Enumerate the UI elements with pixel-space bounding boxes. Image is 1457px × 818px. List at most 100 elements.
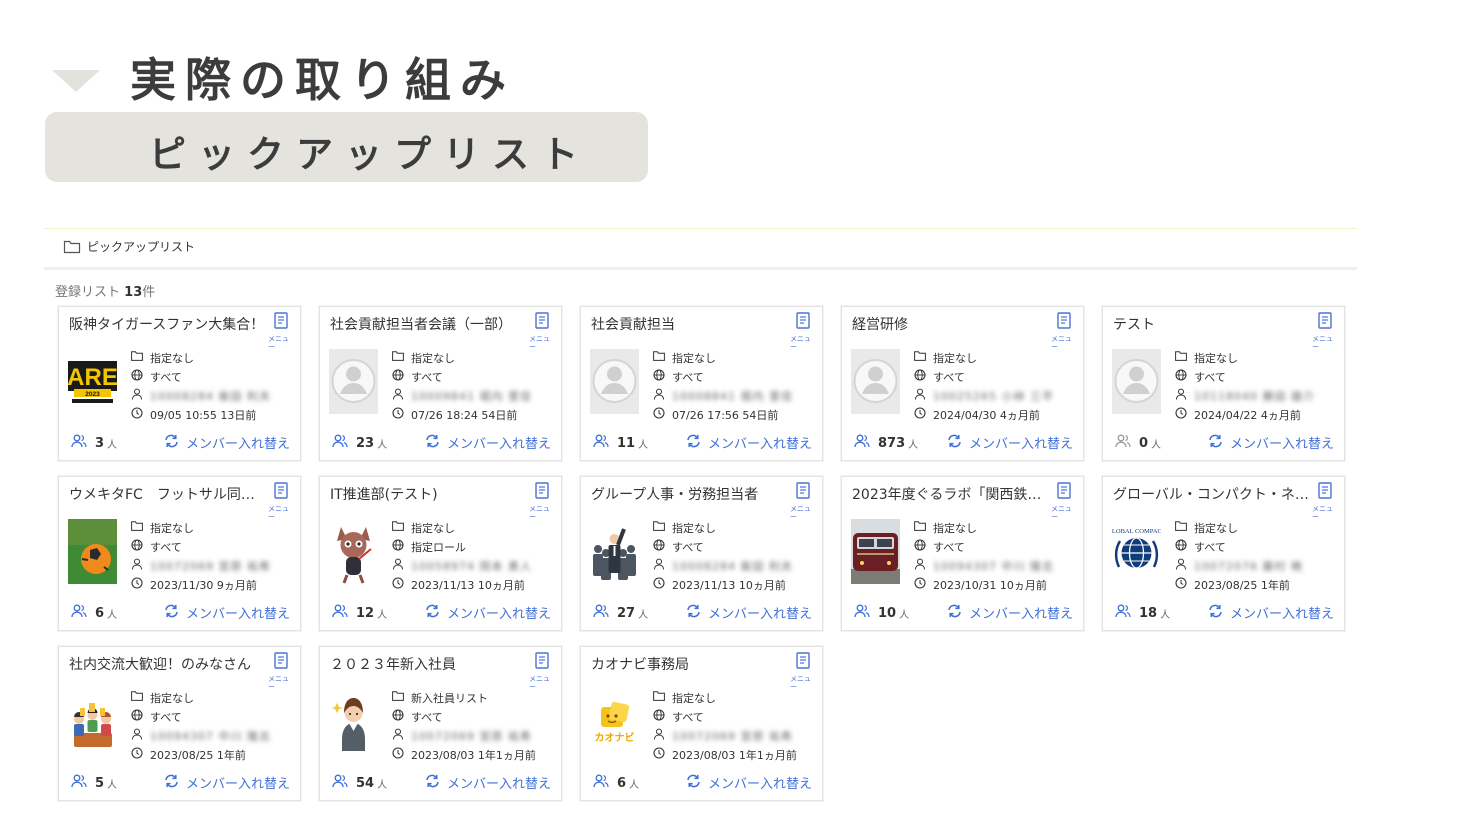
card-owner: 10072069 宮原 祐希 [411,729,532,743]
swap-members-button[interactable]: メンバー入れ替え [947,433,1073,452]
card-menu-button[interactable]: メニュー [268,482,294,521]
card-menu-button[interactable]: メニュー [1051,312,1077,351]
member-count[interactable]: 10 人 [854,604,909,622]
clock-icon [914,577,926,592]
members-icon [71,774,87,792]
swap-icon [947,604,962,622]
list-card[interactable]: 社会貢献担当者会議（一部） メニュー 指定なし すべて 10009841 堀内 里佳 07… [319,306,562,461]
card-scope: すべて [933,370,965,384]
list-card[interactable]: テスト メニュー 指定なし すべて 10118040 勝田 雄介 2024/04/22 4… [1102,306,1345,461]
card-updated: 2023/08/25 1年前 [1194,578,1290,592]
card-title[interactable]: ２０２３年新入社員 [330,654,528,674]
card-updated: 07/26 18:24 54日前 [411,408,518,422]
member-count[interactable]: 0人 [1115,434,1161,452]
globe-icon [392,369,404,384]
svg-text:ARE: ARE [68,364,117,391]
swap-members-button[interactable]: メンバー入れ替え [686,433,812,452]
card-menu-button[interactable]: メニュー [790,312,816,351]
card-title[interactable]: 社会貢献担当者会議（一部） [330,314,528,334]
member-count-number: 6 [95,605,105,621]
list-card[interactable]: グローバル・コンパクト・ネットワークメニュー GLOBAL COMPACT 指定なし… [1102,476,1345,631]
swap-members-button[interactable]: メンバー入れ替え [425,603,551,622]
member-count-number: 23 [356,435,375,451]
card-owner: 10072069 宮原 祐希 [150,559,271,573]
card-title[interactable]: 2023年度ぐるラボ「関西鉄道研究会」 [852,484,1050,504]
card-title[interactable]: 経営研修 [852,314,1050,334]
member-count[interactable]: 11 人 [593,434,648,452]
swap-members-button[interactable]: メンバー入れ替え [164,433,290,452]
list-card[interactable]: 阪神タイガースファン大集合！ メニュー ARE 2023 指定なし すべて 10008284… [58,306,301,461]
card-menu-button[interactable]: メニュー [529,482,555,521]
card-menu-button[interactable]: メニュー [529,652,555,691]
memo-icon [795,652,811,674]
list-card[interactable]: ２０２３年新入社員 メニュー 新入社員リスト すべて 10072069 宮原 祐希 202… [319,646,562,801]
card-menu-button[interactable]: メニュー [1051,482,1077,521]
clock-icon [653,577,665,592]
svg-text:カオナビ: カオナビ [595,731,635,744]
card-owner: 10094307 中川 隆志 [150,729,271,743]
swap-members-button[interactable]: メンバー入れ替え [164,773,290,792]
person-icon [131,388,143,403]
member-count[interactable]: 6人 [71,604,117,622]
card-title[interactable]: 社内交流大歓迎！のみなさん [69,654,267,674]
card-title[interactable]: 社会貢献担当 [591,314,789,334]
registered-count-number: 13 [124,285,143,300]
list-card[interactable]: 社会貢献担当 メニュー 指定なし すべて 10008841 堀内 里佳 07/26 17:… [580,306,823,461]
swap-members-label: メンバー入れ替え [707,607,812,622]
list-card[interactable]: IT推進部(テスト) メニュー 指定なし 指定ロール 10058974 岡本 勇人 202… [319,476,562,631]
member-count[interactable]: 5人 [71,774,117,792]
card-folder: 指定なし [672,521,716,535]
swap-members-button[interactable]: メンバー入れ替え [425,773,551,792]
card-updated: 2023/08/25 1年前 [150,748,246,762]
breadcrumb[interactable]: ピックアップリスト [63,238,195,255]
member-count[interactable]: 27 人 [593,604,648,622]
card-title[interactable]: グループ人事・労務担当者 [591,484,789,504]
swap-members-button[interactable]: メンバー入れ替え [947,603,1073,622]
card-title[interactable]: ウメキタFC フットサル同好会 [69,484,267,504]
card-menu-button[interactable]: メニュー [268,652,294,691]
list-card[interactable]: カオナビ事務局 メニュー カオナビ 指定なし すべて 10072069 宮原 祐希 2023… [580,646,823,801]
members-icon [593,434,609,452]
card-scope: すべて [150,540,182,554]
memo-icon [1317,482,1333,504]
card-title[interactable]: テスト [1113,314,1311,334]
member-count-unit: 人 [377,609,388,621]
member-count[interactable]: 6人 [593,774,639,792]
list-card[interactable]: 2023年度ぐるラボ「関西鉄道研究会」メニュー指定なしすべて 10094307 中… [841,476,1084,631]
card-owner: 10009841 堀内 里佳 [411,389,532,403]
member-count[interactable]: 54 人 [332,774,387,792]
card-menu-button[interactable]: メニュー [790,652,816,691]
card-menu-button[interactable]: メニュー [1312,312,1338,351]
card-title[interactable]: 阪神タイガースファン大集合！ [69,314,267,334]
card-title[interactable]: IT推進部(テスト) [330,484,528,504]
list-card[interactable]: グループ人事・労務担当者 メニュー 指定なし すべて 10008284 柴田 利夫 202… [580,476,823,631]
swap-icon [164,434,179,452]
member-count[interactable]: 18 人 [1115,604,1170,622]
list-card[interactable]: ウメキタFC フットサル同好会 メニュー 指定なし すべて 10072069 宮原 祐希… [58,476,301,631]
swap-icon [164,774,179,792]
member-count-number: 11 [617,435,636,451]
member-count[interactable]: 873 人 [854,434,918,452]
card-menu-button[interactable]: メニュー [529,312,555,351]
swap-members-button[interactable]: メンバー入れ替え [686,603,812,622]
globe-icon [653,369,665,384]
card-menu-button[interactable]: メニュー [268,312,294,351]
swap-members-button[interactable]: メンバー入れ替え [425,433,551,452]
card-title[interactable]: カオナビ事務局 [591,654,789,674]
swap-members-button[interactable]: メンバー入れ替え [164,603,290,622]
card-menu-button[interactable]: メニュー [1312,482,1338,521]
member-count[interactable]: 3人 [71,434,117,452]
person-icon [392,728,404,743]
member-count[interactable]: 23 人 [332,434,387,452]
card-menu-button[interactable]: メニュー [790,482,816,521]
list-thumbnail: ARE 2023 [67,349,118,414]
swap-members-button[interactable]: メンバー入れ替え [686,773,812,792]
swap-members-button[interactable]: メンバー入れ替え [1208,603,1334,622]
member-count[interactable]: 12 人 [332,604,387,622]
list-card[interactable]: 社内交流大歓迎！のみなさん メニュー 指定なし すべて 10094307 中川 隆志 20… [58,646,301,801]
list-card[interactable]: 経営研修 メニュー 指定なし すべて 10025265 小林 三平 2024/04/30 … [841,306,1084,461]
swap-members-button[interactable]: メンバー入れ替え [1208,433,1334,452]
card-title[interactable]: グローバル・コンパクト・ネットワーク [1113,484,1311,504]
swap-icon [947,434,962,452]
card-meta: 指定なし 指定ロール 10058974 岡本 勇人 2023/11/13 10ヵ月前 [392,518,557,594]
